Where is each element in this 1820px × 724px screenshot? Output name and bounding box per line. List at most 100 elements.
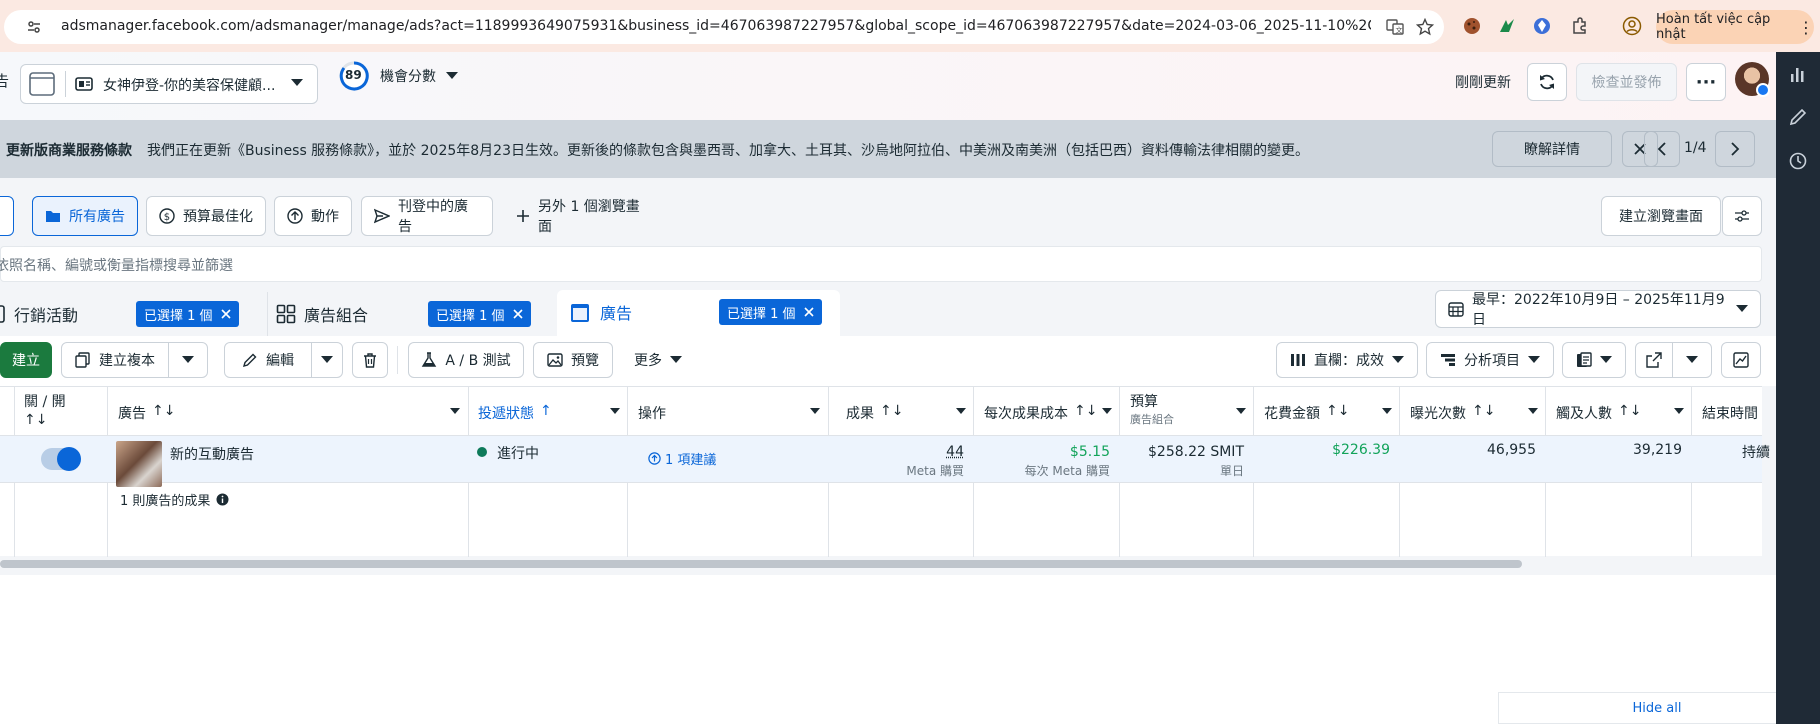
chevron-down-icon[interactable]: [1236, 408, 1246, 415]
delivery-status: 進行中: [497, 446, 539, 462]
tab-campaigns-label[interactable]: 行銷活動: [14, 294, 78, 334]
preview-button[interactable]: 預覽: [533, 342, 613, 378]
url-text[interactable]: adsmanager.facebook.com/adsmanager/manag…: [61, 18, 1371, 34]
extensions-puzzle-icon[interactable]: [1570, 16, 1590, 36]
view-all-ads[interactable]: 所有廣告: [32, 196, 138, 236]
col-toggle-header[interactable]: 關 / 開 ↑↓: [24, 393, 66, 429]
col-ad-label: 廣告: [118, 406, 146, 422]
pencil-icon[interactable]: [1788, 107, 1808, 127]
view-budget-optimization[interactable]: $ 預算最佳化: [146, 196, 266, 236]
budget-value[interactable]: $258.22 SMIT: [1148, 444, 1244, 460]
more-options-button[interactable]: ···: [1686, 63, 1726, 101]
address-bar[interactable]: adsmanager.facebook.com/adsmanager/manag…: [4, 10, 1444, 44]
vpn-extension-icon[interactable]: [1532, 16, 1552, 36]
ad-thumbnail-image[interactable]: [116, 441, 162, 487]
export-button[interactable]: [1635, 342, 1673, 378]
recommendation-link[interactable]: 1 項建議: [648, 449, 716, 468]
search-filter-bar[interactable]: 依照名稱、編號或衡量指標搜尋並篩選: [0, 246, 1762, 282]
cookie-extension-icon[interactable]: [1462, 16, 1482, 36]
ad-name[interactable]: 新的互動廣告: [170, 444, 254, 464]
adsets-selected-chip[interactable]: 已選擇 1 個: [428, 301, 531, 327]
account-selector[interactable]: 女神伊登-你的美容保健顧...: [20, 64, 318, 104]
learn-more-button[interactable]: 瞭解詳情: [1492, 131, 1612, 167]
charts-button[interactable]: [1721, 342, 1761, 378]
results-value[interactable]: 44: [946, 444, 964, 460]
tab-ads-label[interactable]: 廣告: [600, 292, 632, 332]
chevron-down-icon[interactable]: [1382, 408, 1392, 415]
chevron-down-icon[interactable]: [1102, 408, 1112, 415]
calendar-icon: [1448, 301, 1464, 317]
ad-toggle-switch[interactable]: [41, 447, 81, 471]
hide-all-button[interactable]: Hide all: [1498, 692, 1816, 724]
reports-button[interactable]: [1562, 342, 1626, 378]
chart-bars-icon[interactable]: [1788, 64, 1808, 84]
chevron-down-icon[interactable]: [450, 408, 460, 415]
columns-button[interactable]: 直欄：成效: [1276, 342, 1418, 378]
close-icon[interactable]: [803, 307, 814, 317]
refresh-status: 剛剛更新: [1455, 75, 1511, 91]
finish-update-button[interactable]: Hoàn tất việc cập nhật ⋮: [1656, 10, 1814, 44]
date-range-picker[interactable]: 最早：2022年10月9日 – 2025年11月9日: [1435, 290, 1761, 328]
view-settings-button[interactable]: [1722, 196, 1762, 236]
close-icon[interactable]: [220, 309, 231, 319]
browser-window-icon: [29, 72, 55, 96]
next-page-button[interactable]: [1715, 131, 1755, 167]
col-ends-header[interactable]: 結束時間↑: [1702, 403, 1762, 423]
horizontal-scrollbar[interactable]: [0, 560, 1522, 568]
trash-icon: [362, 352, 378, 368]
site-settings-icon[interactable]: [26, 19, 42, 35]
review-publish-button[interactable]: 檢查並發佈: [1576, 63, 1677, 101]
edit-dropdown-button[interactable]: [311, 342, 343, 378]
edit-button[interactable]: 編輯: [224, 342, 312, 378]
col-reach-header[interactable]: 觸及人數 ↑↓: [1556, 403, 1641, 423]
close-icon[interactable]: [512, 309, 523, 319]
bookmark-star-icon[interactable]: [1416, 18, 1434, 36]
col-budget-header[interactable]: 預算 廣告組合: [1130, 393, 1174, 428]
breakdown-button[interactable]: 分析項目: [1426, 342, 1554, 378]
more-button[interactable]: 更多: [626, 342, 690, 378]
duplicate-button[interactable]: 建立複本: [61, 342, 169, 378]
export-dropdown-button[interactable]: [1672, 342, 1712, 378]
delete-button[interactable]: [352, 342, 388, 378]
col-amount-spent-header[interactable]: 花費金額 ↑↓: [1264, 403, 1349, 423]
ends-value: 持續: [1742, 445, 1770, 461]
col-results-header[interactable]: 成果 ↑↓: [846, 403, 903, 423]
view-more[interactable]: 另外 1 個瀏覽畫面: [503, 196, 653, 236]
col-cost-per-result-header[interactable]: 每次成果成本 ↑↓: [984, 403, 1097, 423]
col-impressions-header[interactable]: 曝光次數 ↑↓: [1410, 403, 1495, 423]
profile-icon[interactable]: [1622, 16, 1642, 36]
extension-icon[interactable]: [1497, 16, 1517, 36]
col-actions-header[interactable]: 操作: [638, 403, 666, 423]
refresh-button[interactable]: [1527, 63, 1567, 101]
opportunity-score-button[interactable]: 89 機會分數: [338, 60, 458, 100]
cost-per-result-value: $5.15: [1069, 444, 1110, 460]
status-dot-icon: [477, 447, 487, 457]
chevron-down-icon[interactable]: [810, 408, 820, 415]
ads-selected-chip[interactable]: 已選擇 1 個: [719, 299, 822, 325]
campaigns-selected-chip[interactable]: 已選擇 1 個: [136, 301, 239, 327]
chevron-down-icon[interactable]: [1674, 408, 1684, 415]
chevron-down-icon[interactable]: [610, 408, 620, 415]
create-button[interactable]: 建立: [0, 342, 52, 378]
create-view-button[interactable]: 建立瀏覽畫面: [1601, 196, 1721, 236]
col-spent-label: 花費金額: [1264, 406, 1320, 422]
chevron-down-icon: [291, 79, 303, 87]
chevron-down-icon[interactable]: [956, 408, 966, 415]
more-label: 更多: [634, 353, 662, 369]
col-ad-header[interactable]: 廣告 ↑↓: [118, 403, 175, 423]
results-sub: Meta 購買: [906, 464, 964, 478]
col-delivery-header[interactable]: 投遞狀態 ↑: [478, 403, 552, 423]
info-icon[interactable]: [216, 493, 229, 506]
views-edge-button[interactable]: [0, 196, 14, 236]
tab-adsets-label[interactable]: 廣告組合: [304, 294, 368, 334]
impressions-value: 46,955: [1487, 442, 1536, 458]
view-actions[interactable]: 動作: [274, 196, 352, 236]
history-clock-icon[interactable]: [1788, 151, 1808, 171]
translate-icon[interactable]: 文: [1386, 18, 1404, 36]
prev-page-button[interactable]: [1644, 131, 1680, 167]
date-range-label: 最早：2022年10月9日 – 2025年11月9日: [1472, 292, 1725, 328]
ab-test-button[interactable]: A / B 測試: [408, 342, 524, 378]
duplicate-dropdown-button[interactable]: [168, 342, 208, 378]
chevron-down-icon[interactable]: [1528, 408, 1538, 415]
view-published-ads[interactable]: 刊登中的廣告: [361, 196, 493, 236]
